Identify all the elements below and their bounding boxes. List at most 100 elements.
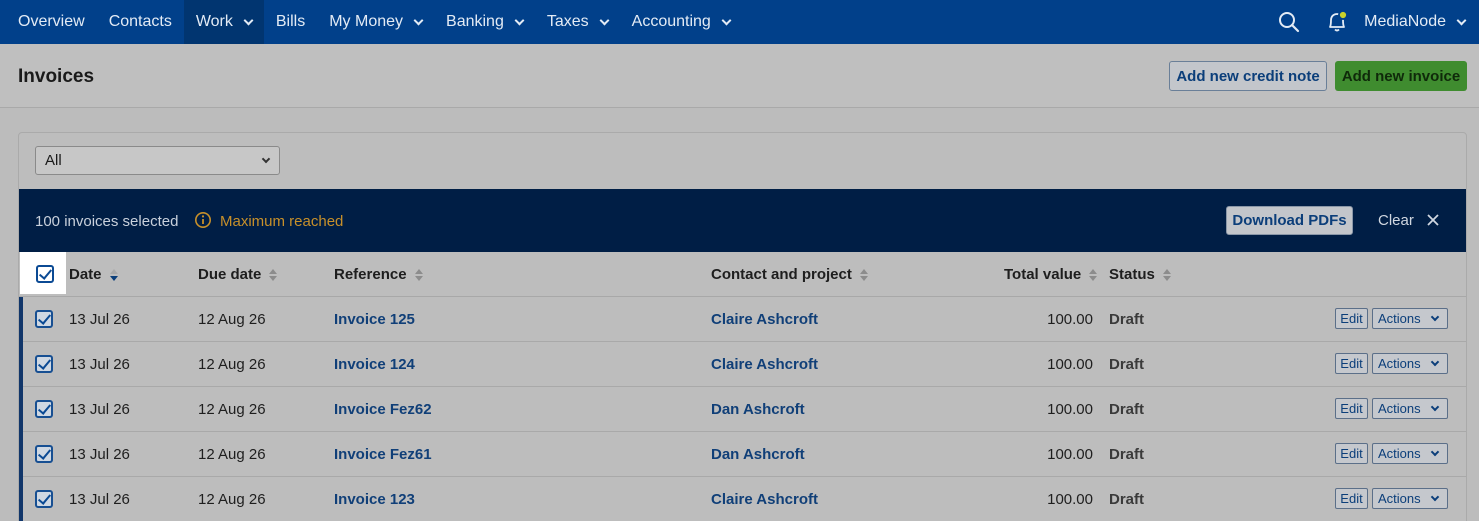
chevron-down-icon — [1430, 447, 1440, 457]
nav-item-my-money[interactable]: My Money — [317, 0, 434, 44]
sort-desc-icon — [109, 268, 118, 281]
contact-link[interactable]: Dan Ashcroft — [711, 401, 805, 418]
column-label: Contact and project — [711, 266, 852, 283]
chevron-down-icon — [1430, 357, 1440, 367]
row-selected-accent — [19, 297, 23, 342]
cell-total: 100.00 — [1047, 491, 1093, 508]
actions-label: Actions — [1378, 491, 1421, 506]
chevron-down-icon — [1456, 15, 1467, 25]
status-filter-select[interactable]: All — [35, 146, 280, 175]
actions-dropdown[interactable]: Actions — [1372, 443, 1448, 464]
column-header-contact[interactable]: Contact and project — [711, 266, 868, 283]
edit-button[interactable]: Edit — [1335, 308, 1368, 329]
nav-label: Contacts — [108, 13, 172, 30]
cell-date: 13 Jul 26 — [69, 446, 130, 463]
column-header-status[interactable]: Status — [1109, 266, 1171, 283]
chevron-down-icon — [1430, 312, 1440, 322]
invoice-reference-link[interactable]: Invoice 125 — [334, 311, 415, 328]
page-title: Invoices — [18, 66, 95, 87]
status-badge: Draft — [1109, 446, 1145, 463]
table-header: Date Due date Reference Contact and proj… — [19, 252, 1466, 297]
nav-item-work[interactable]: Work — [183, 0, 264, 44]
column-label: Date — [69, 266, 102, 283]
nav-label: My Money — [329, 13, 404, 30]
table-row[interactable]: 13 Jul 26 12 Aug 26 Invoice Fez61 Dan As… — [19, 432, 1466, 477]
edit-button[interactable]: Edit — [1335, 443, 1368, 464]
nav-item-overview[interactable]: Overview — [0, 0, 97, 44]
download-pdfs-button[interactable]: Download PDFs — [1226, 206, 1353, 235]
column-header-date[interactable]: Date — [69, 266, 118, 283]
actions-dropdown[interactable]: Actions — [1372, 353, 1448, 374]
chevron-down-icon — [261, 154, 271, 164]
info-warning-icon — [195, 212, 211, 228]
nav-label: Bills — [275, 13, 306, 30]
add-credit-note-button[interactable]: Add new credit note — [1169, 61, 1327, 91]
sort-icon — [1162, 268, 1171, 281]
nav-label: Taxes — [546, 13, 589, 30]
column-header-due-date[interactable]: Due date — [198, 266, 278, 283]
column-label: Total value — [1004, 266, 1082, 283]
column-header-total[interactable]: Total value — [1004, 266, 1098, 283]
table-row[interactable]: 13 Jul 26 12 Aug 26 Invoice 123 Claire A… — [19, 477, 1466, 521]
cell-date: 13 Jul 26 — [69, 311, 130, 328]
contact-link[interactable]: Claire Ashcroft — [711, 491, 818, 508]
chevron-down-icon — [1430, 492, 1440, 502]
table-row[interactable]: 13 Jul 26 12 Aug 26 Invoice 124 Claire A… — [19, 342, 1466, 387]
table-row[interactable]: 13 Jul 26 12 Aug 26 Invoice Fez62 Dan As… — [19, 387, 1466, 432]
selection-bar: 100 invoices selected Maximum reached Do… — [19, 189, 1466, 252]
cell-date: 13 Jul 26 — [69, 356, 130, 373]
invoices-panel: All 100 invoices selected Maximum reache… — [18, 132, 1467, 521]
cell-due-date: 12 Aug 26 — [198, 491, 266, 508]
cell-date: 13 Jul 26 — [69, 401, 130, 418]
invoice-reference-link[interactable]: Invoice 123 — [334, 491, 415, 508]
status-badge: Draft — [1109, 311, 1145, 328]
actions-label: Actions — [1378, 401, 1421, 416]
nav-item-taxes[interactable]: Taxes — [535, 0, 620, 44]
edit-button[interactable]: Edit — [1335, 398, 1368, 419]
contact-link[interactable]: Claire Ashcroft — [711, 311, 818, 328]
invoice-reference-link[interactable]: Invoice Fez62 — [334, 401, 432, 418]
close-icon[interactable] — [1427, 214, 1439, 226]
invoice-reference-link[interactable]: Invoice 124 — [334, 356, 415, 373]
nav-item-contacts[interactable]: Contacts — [97, 0, 184, 44]
clear-selection-link[interactable]: Clear — [1378, 212, 1414, 229]
select-all-checkbox[interactable] — [36, 265, 54, 283]
top-navigation: Overview Contacts Work Bills My Money Ba… — [0, 0, 1479, 44]
actions-label: Actions — [1378, 311, 1421, 326]
actions-label: Actions — [1378, 446, 1421, 461]
actions-dropdown[interactable]: Actions — [1372, 488, 1448, 509]
edit-button[interactable]: Edit — [1335, 488, 1368, 509]
cell-total: 100.00 — [1047, 446, 1093, 463]
account-menu[interactable]: MediaNode — [1364, 13, 1467, 31]
contact-link[interactable]: Dan Ashcroft — [711, 446, 805, 463]
nav-label: Banking — [446, 13, 504, 30]
chevron-down-icon — [413, 15, 424, 25]
cell-total: 100.00 — [1047, 401, 1093, 418]
edit-button[interactable]: Edit — [1335, 353, 1368, 374]
row-checkbox[interactable] — [35, 310, 53, 328]
actions-dropdown[interactable]: Actions — [1372, 308, 1448, 329]
search-icon[interactable] — [1276, 9, 1302, 35]
nav-item-bills[interactable]: Bills — [264, 0, 317, 44]
column-header-reference[interactable]: Reference — [334, 266, 423, 283]
cell-date: 13 Jul 26 — [69, 491, 130, 508]
cell-due-date: 12 Aug 26 — [198, 446, 266, 463]
nav-item-banking[interactable]: Banking — [434, 0, 535, 44]
nav-label: Work — [195, 13, 233, 30]
row-checkbox[interactable] — [35, 490, 53, 508]
contact-link[interactable]: Claire Ashcroft — [711, 356, 818, 373]
column-label: Reference — [334, 266, 407, 283]
chevron-down-icon — [243, 15, 254, 25]
nav-label: Overview — [18, 13, 85, 30]
add-invoice-button[interactable]: Add new invoice — [1335, 61, 1467, 91]
account-label: MediaNode — [1364, 13, 1446, 30]
chevron-down-icon — [1430, 402, 1440, 412]
row-checkbox[interactable] — [35, 445, 53, 463]
row-checkbox[interactable] — [35, 400, 53, 418]
table-row[interactable]: 13 Jul 26 12 Aug 26 Invoice 125 Claire A… — [19, 297, 1466, 342]
invoice-reference-link[interactable]: Invoice Fez61 — [334, 446, 432, 463]
row-checkbox[interactable] — [35, 355, 53, 373]
actions-dropdown[interactable]: Actions — [1372, 398, 1448, 419]
nav-item-accounting[interactable]: Accounting — [620, 0, 742, 44]
bell-icon[interactable] — [1324, 9, 1350, 35]
